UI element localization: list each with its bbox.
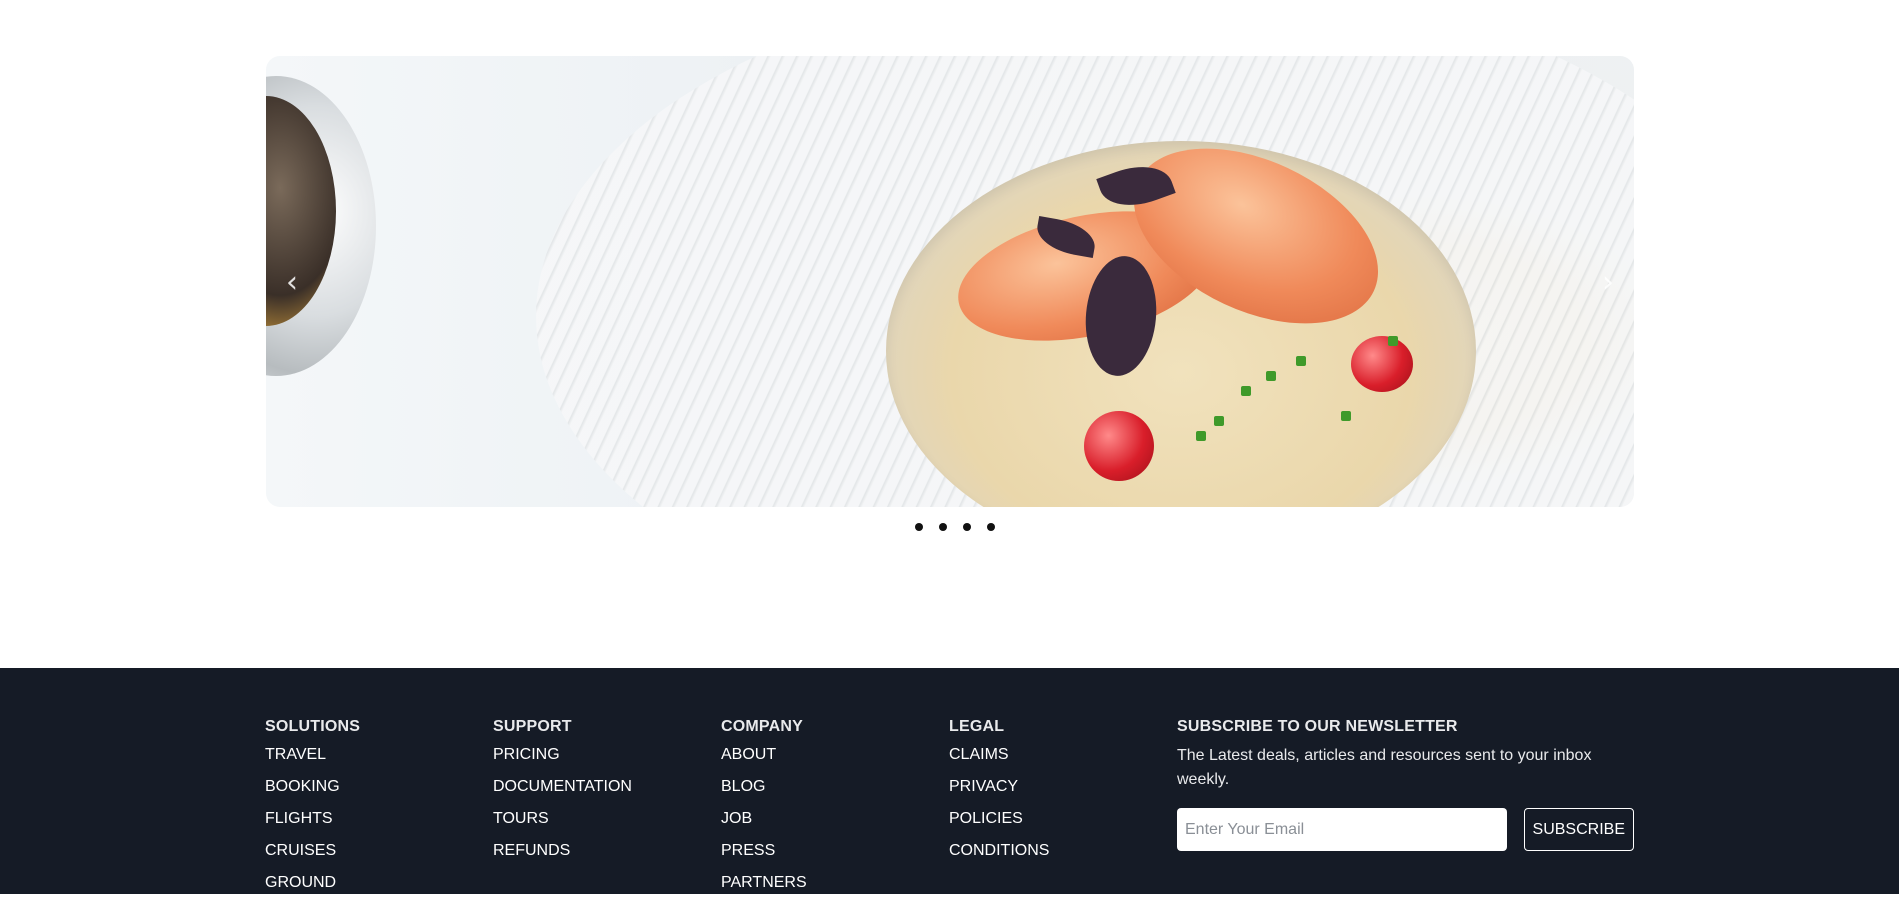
- footer-link-claims[interactable]: CLAIMS: [949, 744, 1049, 776]
- herb-garnish: [1341, 411, 1351, 421]
- newsletter-description: The Latest deals, articles and resources…: [1177, 747, 1592, 788]
- herb-garnish: [1214, 416, 1224, 426]
- footer-link-pricing[interactable]: PRICING: [493, 744, 632, 776]
- carousel-dot-3[interactable]: [962, 523, 971, 531]
- carousel-pagination: [0, 523, 1899, 531]
- tomato-image: [1351, 336, 1413, 392]
- footer-heading: SOLUTIONS: [265, 718, 361, 735]
- footer-link-privacy[interactable]: PRIVACY: [949, 776, 1049, 808]
- herb-garnish: [1241, 386, 1251, 396]
- footer-link-blog[interactable]: BLOG: [721, 776, 807, 808]
- herb-garnish: [1296, 356, 1306, 366]
- footer-link-about[interactable]: ABOUT: [721, 744, 807, 776]
- footer-link-documentation[interactable]: DOCUMENTATION: [493, 776, 632, 808]
- footer-link-press[interactable]: PRESS: [721, 840, 807, 872]
- carousel-section: ‹ ›: [0, 0, 1899, 668]
- image-carousel: ‹ ›: [266, 56, 1634, 507]
- newsletter-section: SUBSCRIBE TO OUR NEWSLETTER The Latest d…: [1177, 718, 1634, 851]
- newsletter-heading: SUBSCRIBE TO OUR NEWSLETTER: [1177, 718, 1458, 735]
- carousel-prev-button[interactable]: ‹: [272, 261, 312, 305]
- carousel-dot-4[interactable]: [986, 523, 995, 531]
- footer-link-refunds[interactable]: REFUNDS: [493, 840, 632, 872]
- footer-heading: LEGAL: [949, 718, 1005, 735]
- footer-link-cruises[interactable]: CRUISES: [265, 840, 360, 872]
- footer-heading: COMPANY: [721, 718, 803, 735]
- footer-heading: SUPPORT: [493, 718, 572, 735]
- carousel-next-button[interactable]: ›: [1588, 261, 1628, 305]
- footer-link-tours[interactable]: TOURS: [493, 808, 632, 840]
- email-input[interactable]: [1177, 808, 1507, 851]
- footer-link-partners[interactable]: PARTNERS: [721, 872, 807, 904]
- footer-link-travel[interactable]: TRAVEL: [265, 744, 360, 776]
- subscribe-button[interactable]: SUBSCRIBE: [1523, 808, 1634, 851]
- footer-column-company: COMPANY ABOUT BLOG JOB PRESS PARTNERS: [721, 718, 807, 904]
- footer-link-policies[interactable]: POLICIES: [949, 808, 1049, 840]
- herb-garnish: [1266, 371, 1276, 381]
- carousel-dot-2[interactable]: [938, 523, 947, 531]
- footer-link-job[interactable]: JOB: [721, 808, 807, 840]
- herb-garnish: [1196, 431, 1206, 441]
- herb-garnish: [1388, 336, 1398, 346]
- site-footer: SOLUTIONS TRAVEL BOOKING FLIGHTS CRUISES…: [0, 668, 1899, 894]
- footer-link-ground[interactable]: GROUND: [265, 872, 360, 904]
- carousel-dot-1[interactable]: [914, 523, 923, 531]
- footer-column-support: SUPPORT PRICING DOCUMENTATION TOURS REFU…: [493, 718, 632, 872]
- footer-column-legal: LEGAL CLAIMS PRIVACY POLICIES CONDITIONS: [949, 718, 1049, 872]
- newsletter-form: SUBSCRIBE: [1177, 808, 1634, 851]
- footer-link-booking[interactable]: BOOKING: [265, 776, 360, 808]
- footer-link-conditions[interactable]: CONDITIONS: [949, 840, 1049, 872]
- footer-link-flights[interactable]: FLIGHTS: [265, 808, 360, 840]
- tomato-image: [1084, 411, 1154, 481]
- footer-column-solutions: SOLUTIONS TRAVEL BOOKING FLIGHTS CRUISES…: [265, 718, 360, 904]
